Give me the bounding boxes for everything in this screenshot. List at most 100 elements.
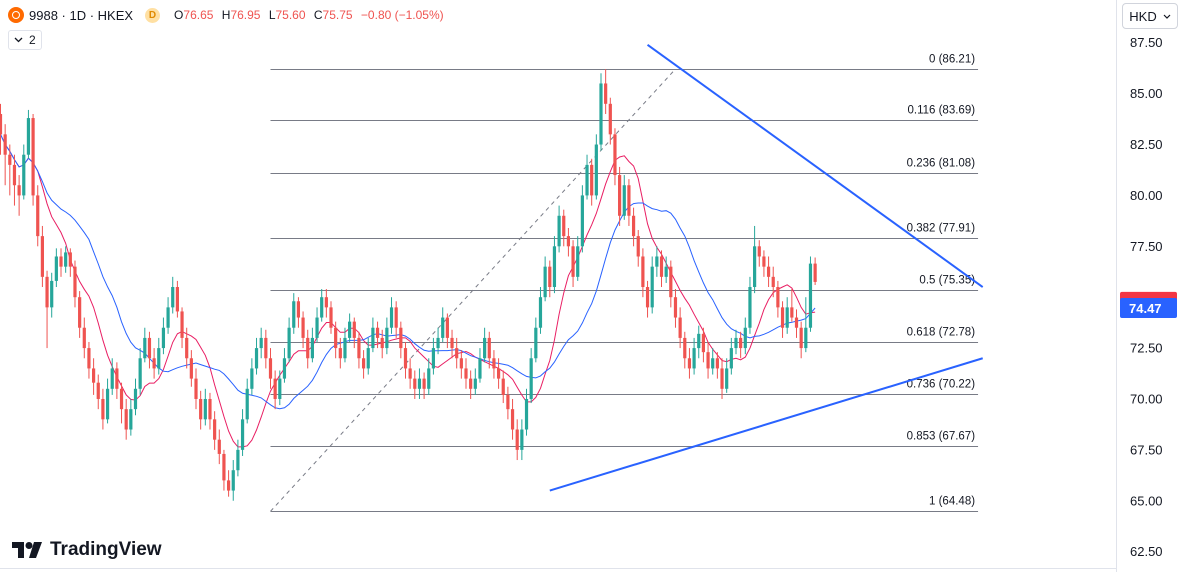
candle[interactable] [636, 230, 640, 267]
candle[interactable] [622, 175, 626, 220]
candle[interactable] [296, 297, 301, 328]
candle[interactable] [282, 348, 287, 383]
candle[interactable] [50, 272, 54, 318]
candle[interactable] [427, 358, 431, 395]
candle[interactable] [78, 291, 82, 338]
candle[interactable] [399, 321, 403, 359]
indicators-toggle-button[interactable]: 2 [8, 30, 42, 50]
candle[interactable] [687, 348, 692, 379]
candle[interactable] [771, 266, 775, 298]
candle[interactable] [371, 317, 375, 353]
candle[interactable] [585, 154, 589, 200]
candle[interactable] [748, 276, 752, 334]
candle[interactable] [394, 301, 398, 338]
candle[interactable] [799, 321, 803, 359]
candle[interactable] [245, 378, 249, 424]
candle[interactable] [8, 144, 12, 196]
candle[interactable] [627, 179, 631, 226]
candle[interactable] [17, 175, 21, 216]
candle[interactable] [64, 246, 68, 273]
candle[interactable] [515, 419, 519, 461]
candle[interactable] [306, 329, 310, 369]
candle[interactable] [119, 382, 124, 424]
candle[interactable] [124, 398, 128, 440]
candle[interactable] [152, 348, 156, 379]
candle[interactable] [478, 348, 482, 383]
candle[interactable] [441, 307, 445, 342]
candle[interactable] [96, 374, 100, 410]
candle[interactable] [641, 248, 645, 298]
candle[interactable] [720, 358, 724, 399]
candle[interactable] [264, 329, 268, 369]
candle[interactable] [520, 419, 524, 461]
candle[interactable] [194, 368, 198, 410]
candle[interactable] [171, 276, 175, 314]
candle[interactable] [580, 185, 584, 253]
candle[interactable] [199, 390, 203, 430]
candle[interactable] [794, 309, 799, 338]
candle[interactable] [473, 368, 477, 395]
candle[interactable] [259, 327, 263, 359]
candle[interactable] [739, 331, 743, 359]
candle[interactable] [217, 429, 221, 465]
candle[interactable] [790, 289, 794, 322]
candle[interactable] [501, 370, 505, 404]
candle[interactable] [655, 246, 659, 277]
candle[interactable] [129, 398, 133, 436]
candle[interactable] [459, 350, 463, 379]
candle[interactable] [105, 378, 110, 424]
currency-select[interactable]: HKD [1122, 3, 1178, 29]
candle[interactable] [87, 341, 91, 379]
candle[interactable] [175, 280, 179, 318]
candle[interactable] [706, 341, 710, 379]
candle[interactable] [711, 348, 715, 375]
candle[interactable] [329, 301, 333, 334]
candle[interactable] [697, 325, 701, 359]
candle[interactable] [673, 289, 678, 328]
candle[interactable] [450, 329, 454, 359]
candle[interactable] [408, 358, 412, 389]
candle[interactable] [669, 260, 673, 308]
candle[interactable] [562, 209, 566, 247]
candle[interactable] [548, 260, 552, 298]
candle[interactable] [734, 329, 738, 355]
candle[interactable] [133, 378, 138, 416]
candle[interactable] [226, 470, 231, 497]
candle[interactable] [278, 370, 282, 406]
candle[interactable] [92, 358, 96, 395]
candle[interactable] [3, 124, 7, 186]
candle[interactable] [203, 388, 207, 426]
candle[interactable] [231, 460, 235, 501]
candle[interactable] [115, 362, 119, 399]
candle[interactable] [683, 331, 687, 369]
candle[interactable] [678, 307, 682, 349]
candle[interactable] [287, 317, 291, 363]
candle[interactable] [692, 337, 696, 375]
candle[interactable] [725, 358, 729, 393]
candle[interactable] [268, 348, 273, 389]
candle[interactable] [250, 358, 254, 395]
candle[interactable] [361, 350, 366, 379]
candle[interactable] [529, 348, 533, 404]
candle[interactable] [352, 317, 356, 349]
symbol-label[interactable]: 9988 · 1D · HKEX [29, 8, 133, 23]
candle[interactable] [631, 207, 636, 247]
candle[interactable] [36, 185, 40, 247]
candle[interactable] [324, 289, 328, 318]
candle[interactable] [73, 260, 77, 308]
candle[interactable] [743, 317, 747, 355]
candle[interactable] [147, 331, 152, 369]
candle[interactable] [776, 280, 780, 318]
candle[interactable] [357, 331, 361, 369]
candle[interactable] [753, 225, 757, 294]
candle[interactable] [510, 398, 515, 440]
candle[interactable] [785, 297, 789, 334]
candle[interactable] [757, 240, 761, 267]
candle[interactable] [538, 287, 543, 334]
candle[interactable] [403, 341, 408, 379]
candle[interactable] [143, 327, 147, 363]
candle[interactable] [31, 113, 35, 206]
candle[interactable] [604, 69, 608, 114]
candle[interactable] [613, 128, 617, 186]
candle[interactable] [189, 350, 193, 387]
